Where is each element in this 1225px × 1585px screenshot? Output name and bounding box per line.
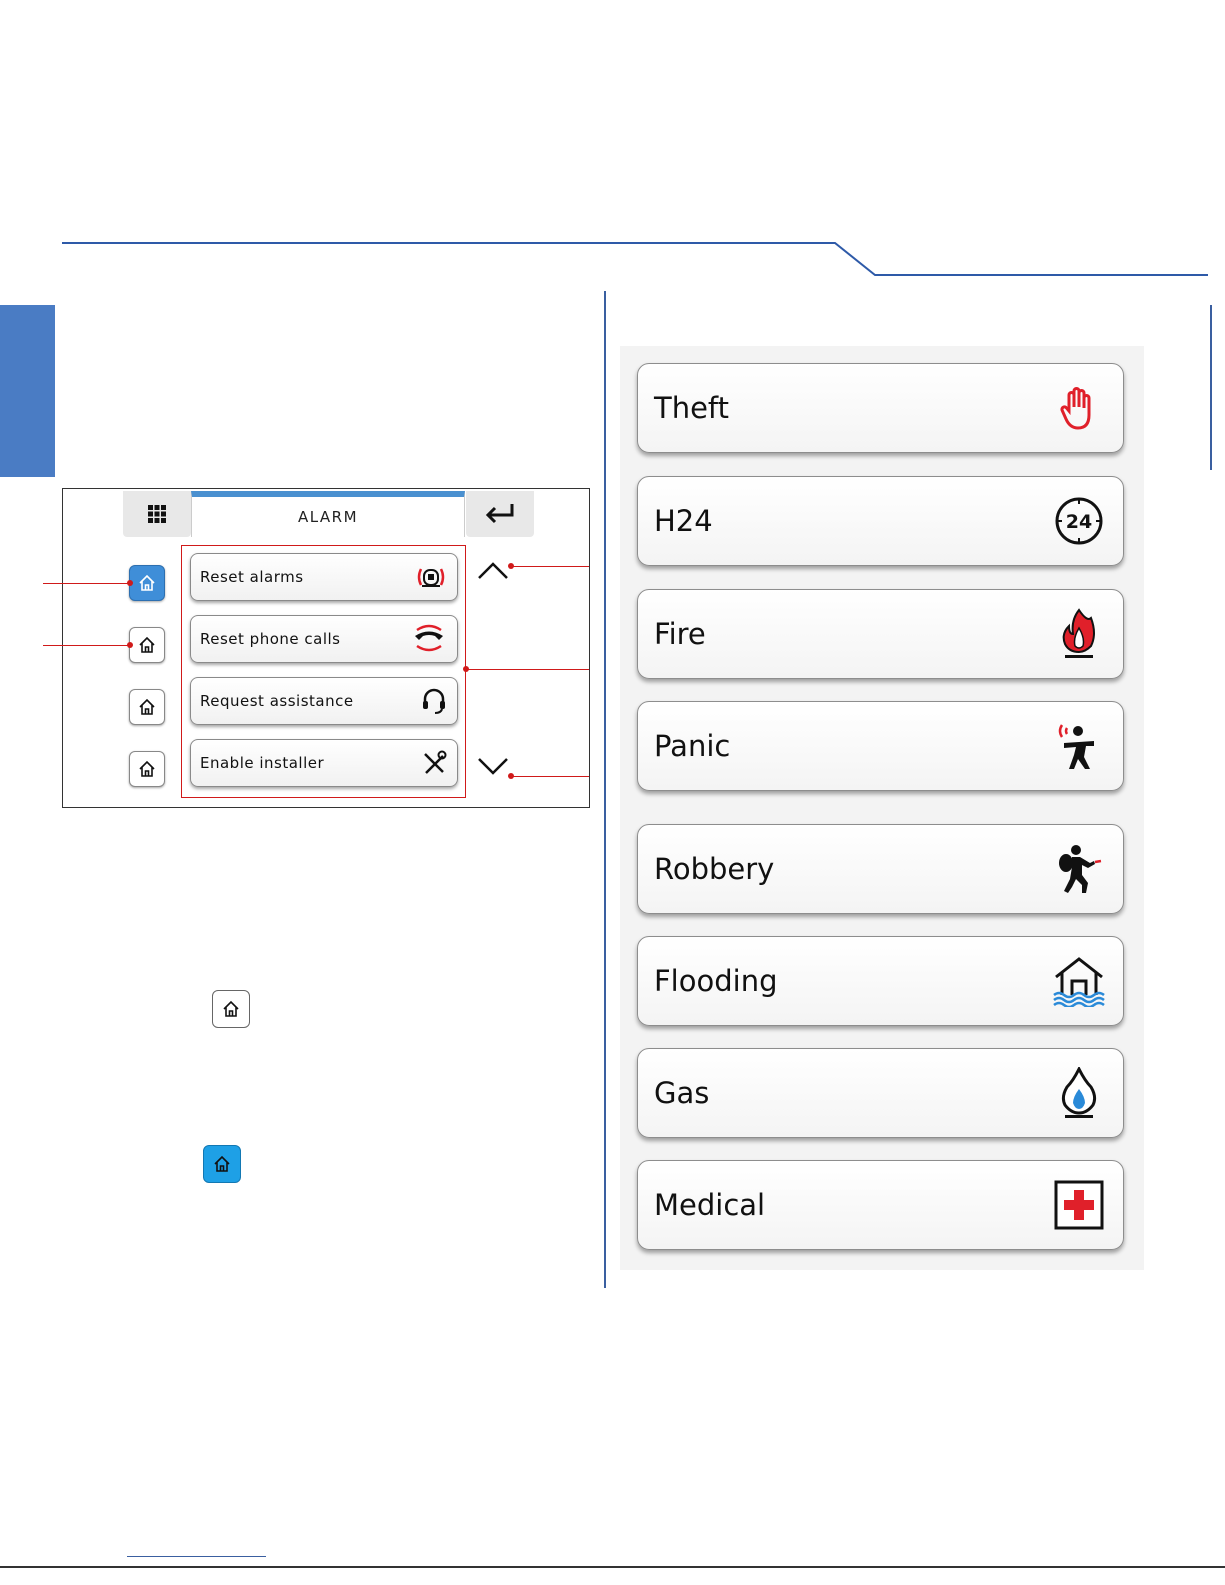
zone-button[interactable] bbox=[129, 689, 165, 725]
panic-button[interactable]: Panic bbox=[637, 701, 1124, 791]
zone-button[interactable] bbox=[129, 627, 165, 663]
headset-icon bbox=[423, 688, 445, 714]
robbery-button[interactable]: Robbery bbox=[637, 824, 1124, 914]
menu-grid-button[interactable] bbox=[123, 491, 191, 537]
right-edge-rule bbox=[1210, 305, 1212, 470]
header-rule bbox=[62, 242, 1208, 276]
home-icon bbox=[139, 698, 155, 715]
footer-link-underline bbox=[127, 1556, 266, 1557]
svg-text:24: 24 bbox=[1066, 511, 1092, 533]
home-icon bbox=[139, 574, 155, 591]
home-icon bbox=[223, 1000, 239, 1017]
hand-stop-icon bbox=[1060, 387, 1091, 430]
callout-line bbox=[466, 669, 589, 670]
zone-button-active[interactable] bbox=[129, 565, 165, 601]
tools-icon bbox=[424, 750, 447, 774]
reset-alarms-button[interactable]: Reset alarms bbox=[190, 553, 458, 601]
callout-line bbox=[43, 645, 131, 646]
callout-line bbox=[43, 583, 131, 584]
chapter-tab bbox=[0, 305, 55, 477]
scenario-label: Panic bbox=[654, 729, 731, 763]
callout-line bbox=[511, 776, 589, 777]
clock-24-icon: 24 bbox=[1055, 497, 1103, 545]
action-label: Reset phone calls bbox=[200, 630, 341, 648]
return-arrow-icon bbox=[485, 504, 514, 524]
home-icon bbox=[139, 760, 155, 777]
scenario-label: Gas bbox=[654, 1076, 710, 1110]
request-assistance-button[interactable]: Request assistance bbox=[190, 677, 458, 725]
phone-reset-icon bbox=[415, 624, 443, 652]
theft-button[interactable]: Theft bbox=[637, 363, 1124, 453]
fire-button[interactable]: Fire bbox=[637, 589, 1124, 679]
h24-button[interactable]: H24 24 bbox=[637, 476, 1124, 566]
scroll-up-icon[interactable] bbox=[477, 559, 509, 581]
callout-dot bbox=[127, 580, 133, 586]
action-label: Reset alarms bbox=[200, 568, 304, 586]
reset-phone-calls-button[interactable]: Reset phone calls bbox=[190, 615, 458, 663]
action-label: Request assistance bbox=[200, 692, 354, 710]
zone-icon-active bbox=[203, 1145, 241, 1183]
column-divider bbox=[604, 291, 606, 1288]
zone-icon-inactive bbox=[212, 990, 250, 1028]
scroll-down-icon[interactable] bbox=[477, 755, 509, 777]
siren-reset-icon bbox=[417, 568, 445, 587]
scenario-label: Robbery bbox=[654, 852, 775, 886]
action-label: Enable installer bbox=[200, 754, 325, 772]
home-icon bbox=[214, 1155, 230, 1172]
scenario-label: H24 bbox=[654, 504, 713, 538]
panic-person-icon bbox=[1058, 724, 1094, 769]
scenario-label: Fire bbox=[654, 617, 706, 651]
medical-cross-icon bbox=[1054, 1180, 1104, 1230]
gas-flame-icon bbox=[1061, 1067, 1097, 1118]
alarm-screen: ALARM Reset alarms Reset phone calls Req… bbox=[43, 488, 590, 808]
footer-rule bbox=[0, 1566, 1225, 1568]
flooding-house-icon bbox=[1053, 957, 1105, 1007]
screen-title: ALARM bbox=[191, 491, 465, 537]
fire-icon bbox=[1062, 608, 1095, 658]
flooding-button[interactable]: Flooding bbox=[637, 936, 1124, 1026]
grid-icon bbox=[148, 505, 166, 523]
home-icon bbox=[139, 636, 155, 653]
scenario-label: Medical bbox=[654, 1188, 766, 1222]
back-button[interactable] bbox=[466, 491, 534, 537]
medical-button[interactable]: Medical bbox=[637, 1160, 1124, 1250]
robber-icon bbox=[1059, 845, 1102, 893]
callout-dot bbox=[127, 642, 133, 648]
scenario-label: Theft bbox=[654, 391, 730, 425]
callout-line bbox=[511, 566, 589, 567]
gas-button[interactable]: Gas bbox=[637, 1048, 1124, 1138]
enable-installer-button[interactable]: Enable installer bbox=[190, 739, 458, 787]
zone-button[interactable] bbox=[129, 751, 165, 787]
scenario-label: Flooding bbox=[654, 964, 778, 998]
